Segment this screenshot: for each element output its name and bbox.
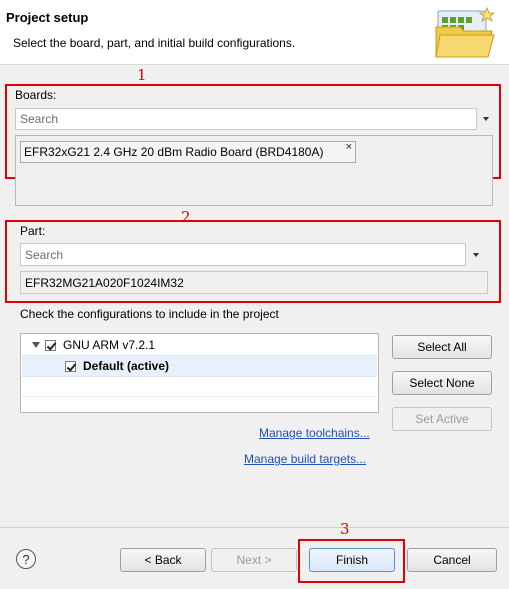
board-chip: EFR32xG21 2.4 GHz 20 dBm Radio Board (BR… bbox=[20, 141, 356, 163]
default-config-label: Default (active) bbox=[83, 359, 170, 373]
cancel-button[interactable]: Cancel bbox=[407, 548, 497, 572]
part-search-input[interactable] bbox=[20, 243, 466, 266]
footer-divider bbox=[0, 527, 509, 528]
toolchain-checkbox[interactable] bbox=[45, 339, 56, 351]
boards-dropdown-icon[interactable] bbox=[478, 109, 494, 129]
annotation-number-1: 1 bbox=[137, 66, 147, 84]
boards-selected-area: EFR32xG21 2.4 GHz 20 dBm Radio Board (BR… bbox=[15, 135, 493, 206]
configurations-tree: GNU ARM v7.2.1 Default (active) bbox=[20, 333, 379, 413]
close-icon[interactable]: × bbox=[346, 141, 352, 153]
part-label: Part: bbox=[20, 224, 46, 238]
select-none-button[interactable]: Select None bbox=[392, 371, 492, 395]
manage-toolchains-link[interactable]: Manage toolchains... bbox=[259, 426, 370, 440]
tree-row-toolchain[interactable]: GNU ARM v7.2.1 bbox=[22, 335, 377, 355]
finish-button[interactable]: Finish bbox=[309, 548, 395, 572]
page-title: Project setup bbox=[6, 10, 89, 25]
project-folder-icon bbox=[432, 5, 498, 61]
expand-arrow-icon[interactable] bbox=[32, 342, 40, 348]
header: Project setup Select the board, part, an… bbox=[0, 0, 509, 65]
tree-row-separator bbox=[22, 396, 377, 397]
board-chip-label: EFR32xG21 2.4 GHz 20 dBm Radio Board (BR… bbox=[24, 145, 324, 159]
page-description: Select the board, part, and initial buil… bbox=[13, 36, 296, 50]
default-config-checkbox[interactable] bbox=[65, 360, 76, 372]
part-dropdown-icon[interactable] bbox=[468, 245, 484, 265]
annotation-number-3: 3 bbox=[340, 520, 350, 538]
manage-build-targets-link[interactable]: Manage build targets... bbox=[244, 452, 366, 466]
back-button[interactable]: < Back bbox=[120, 548, 206, 572]
configurations-label: Check the configurations to include in t… bbox=[20, 307, 279, 321]
tree-row-default-config[interactable]: Default (active) bbox=[22, 355, 377, 377]
toolchain-label: GNU ARM v7.2.1 bbox=[63, 338, 156, 352]
select-all-button[interactable]: Select All bbox=[392, 335, 492, 359]
part-value: EFR32MG21A020F1024IM32 bbox=[20, 271, 488, 294]
boards-label: Boards: bbox=[15, 88, 57, 102]
next-button[interactable]: Next > bbox=[211, 548, 297, 572]
set-active-button[interactable]: Set Active bbox=[392, 407, 492, 431]
help-icon[interactable]: ? bbox=[16, 549, 36, 569]
boards-search-input[interactable] bbox=[15, 108, 477, 130]
